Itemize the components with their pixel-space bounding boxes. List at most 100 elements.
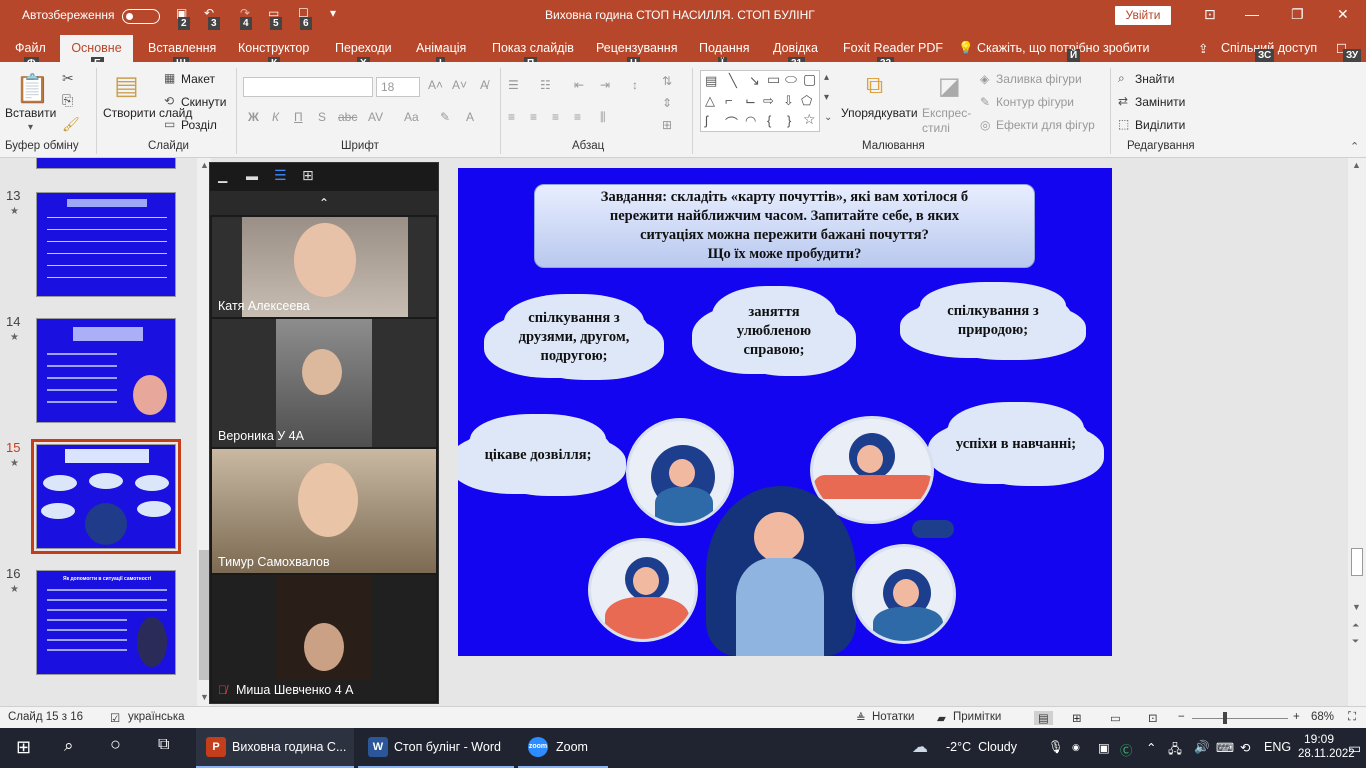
down-arrow-shape-icon[interactable]: ⇩ (783, 93, 794, 109)
notification-icon[interactable]: ▭ (1348, 740, 1361, 757)
shape-fill-button[interactable]: Заливка фігури (996, 72, 1082, 86)
columns-icon[interactable]: ⫼ (600, 110, 606, 125)
tell-me-search[interactable]: Скажіть, що потрібно зробити (977, 41, 1150, 55)
tab-help[interactable]: Довідка (773, 41, 818, 55)
network-icon[interactable]: 🖧 (1168, 740, 1182, 761)
scroll-up-icon[interactable]: ▲ (200, 160, 209, 170)
arc-shape-icon[interactable]: ◠ (745, 113, 756, 129)
find-button[interactable]: Знайти (1135, 72, 1174, 86)
triangle-shape-icon[interactable]: △ (705, 93, 715, 109)
zoom-tray-icon[interactable]: ◉ (1072, 742, 1080, 753)
tab-transitions[interactable]: Переходи (335, 41, 392, 55)
paste-icon[interactable]: 📋 (15, 72, 50, 105)
slide-thumbnail[interactable] (36, 192, 176, 297)
windows-start-icon[interactable]: ⊞ (16, 737, 31, 758)
shape-outline-button[interactable]: Контур фігури (996, 95, 1074, 109)
copy-icon[interactable]: ⎘ (62, 92, 73, 109)
oval-shape-icon[interactable]: ⬭ (785, 71, 797, 88)
close-icon[interactable]: ✕ (1337, 6, 1349, 23)
shape-effects-button[interactable]: Ефекти для фігур (996, 118, 1095, 132)
slide-thumbnail-selected[interactable] (31, 439, 181, 554)
clock-date[interactable]: 28.11.2022 (1298, 748, 1355, 760)
quick-styles-icon[interactable]: ◪ (938, 72, 961, 101)
slide-thumbnail[interactable] (36, 318, 176, 423)
chevron-down-icon[interactable]: ▾ (28, 122, 33, 133)
shapes-gallery[interactable]: ▤ ╲ ↘ ▭ ⬭ ▢ △ ⌐ ⌙ ⇨ ⇩ ⬠ ʃ ⌒ ◠ { } ☆ (700, 70, 820, 132)
strikethrough-icon[interactable]: abc (338, 110, 357, 124)
reset-button[interactable]: Скинути (181, 95, 226, 109)
shadow-icon[interactable]: S (318, 110, 326, 124)
minimize-icon[interactable]: — (1245, 6, 1259, 22)
right-arrow-shape-icon[interactable]: ⇨ (763, 93, 774, 109)
gallery-more-icon[interactable]: ⌄ (824, 112, 832, 123)
cloud-nature[interactable]: спілкування з природою; (914, 288, 1072, 354)
new-slide-button[interactable]: Створити слайд (103, 106, 192, 120)
slide-thumbnail[interactable]: Як допомогти в ситуації самотності (36, 570, 176, 675)
align-right-icon[interactable]: ≡ (552, 110, 559, 124)
tray-c-icon[interactable]: Ⓒ (1120, 740, 1133, 759)
zoom-slider-track[interactable] (1192, 718, 1288, 719)
search-icon[interactable]: ⌕ (64, 736, 74, 756)
paste-button[interactable]: Вставити (5, 106, 56, 120)
language-indicator[interactable]: українська (128, 711, 185, 723)
tray-app-icon[interactable]: ▣ (1098, 740, 1110, 755)
change-case-icon[interactable]: Aa (404, 110, 419, 124)
minimize-video-icon[interactable]: ▁ (218, 169, 227, 183)
font-name-combo[interactable] (243, 77, 373, 97)
task-textbox[interactable]: Завдання: складіть «карту почуттів», які… (534, 184, 1035, 268)
scroll-down-icon[interactable]: ▼ (1352, 602, 1361, 612)
arrow-shape-icon[interactable]: ↘ (749, 73, 760, 89)
slide-thumbnail[interactable] (36, 158, 176, 169)
cut-icon[interactable]: ✂ (62, 70, 74, 87)
tab-foxit[interactable]: Foxit Reader PDF (843, 41, 943, 55)
zoom-out-icon[interactable]: − (1178, 711, 1185, 723)
replace-button[interactable]: Замінити (1135, 95, 1185, 109)
cortana-icon[interactable]: ○ (110, 734, 121, 755)
curve-shape-icon[interactable]: ⌒ (725, 113, 738, 132)
strip-view-icon[interactable]: ☰ (274, 167, 287, 184)
gallery-down-icon[interactable]: ▾ (824, 92, 829, 103)
brace-right-shape-icon[interactable]: } (787, 113, 791, 128)
clock-time[interactable]: 19:09 (1304, 732, 1334, 746)
font-size-combo[interactable]: 18 (376, 77, 420, 97)
shrink-font-icon[interactable]: A˅ (452, 78, 467, 92)
reading-view-icon[interactable]: ▭ (1110, 711, 1121, 725)
tray-chevron-icon[interactable]: ⌃ (1146, 740, 1156, 755)
brace-left-shape-icon[interactable]: { (767, 113, 771, 128)
next-slide-icon[interactable]: ⏷ (1352, 636, 1359, 647)
cloud-communication-friends[interactable]: спілкування з друзями, другом, подругою; (498, 300, 650, 374)
customize-qat-icon[interactable]: ▾ (330, 6, 336, 26)
align-left-icon[interactable]: ≡ (508, 110, 515, 124)
autosave-toggle[interactable] (122, 9, 160, 24)
layout-button[interactable]: Макет (181, 72, 215, 86)
justify-icon[interactable]: ≡ (574, 110, 581, 124)
participant-tile[interactable]: Тимур Самохвалов (212, 449, 436, 573)
cloud-hobby[interactable]: заняття улюбленою справою; (706, 292, 842, 370)
new-slide-icon[interactable]: ▤ (114, 70, 139, 101)
textbox-shape-icon[interactable]: ▤ (705, 73, 717, 89)
text-direction-icon[interactable]: ⇅ (662, 74, 672, 88)
arrange-icon[interactable]: ⧉ (866, 72, 883, 100)
normal-view-icon[interactable]: ▤ (1034, 711, 1053, 725)
taskbar-app-zoom[interactable]: zoom Zoom (518, 728, 608, 768)
zoom-level[interactable]: 68% (1311, 711, 1334, 723)
comments-button[interactable]: Примітки (953, 711, 1001, 723)
tab-insert[interactable]: Вставлення (148, 41, 216, 55)
scroll-up-icon[interactable]: ▲ (1352, 160, 1361, 170)
connector-shape-icon[interactable]: ⌐ (725, 93, 733, 108)
align-text-icon[interactable]: ⇕ (662, 96, 672, 110)
task-view-icon[interactable]: ⧉ (158, 736, 169, 754)
participant-tile[interactable]: 🎙̸ Миша Шевченко 4 А (212, 575, 436, 701)
input-language[interactable]: ENG (1264, 740, 1291, 754)
clear-format-icon[interactable]: A̸ (480, 78, 488, 92)
zoom-slider-thumb[interactable] (1223, 712, 1227, 724)
freeform-shape-icon[interactable]: ʃ (705, 113, 708, 128)
bullets-icon[interactable]: ☰ (508, 78, 519, 92)
slide-sorter-icon[interactable]: ⊞ (1072, 711, 1082, 725)
underline-button[interactable]: П (294, 110, 303, 124)
taskbar-app-powerpoint[interactable]: P Виховна година С... (196, 728, 354, 768)
tray-sync-icon[interactable]: ⟲ (1240, 740, 1250, 755)
font-color-icon[interactable]: A (466, 110, 474, 124)
format-painter-icon[interactable]: 🖌 (62, 116, 80, 133)
spellcheck-icon[interactable]: ☑ (110, 711, 120, 725)
